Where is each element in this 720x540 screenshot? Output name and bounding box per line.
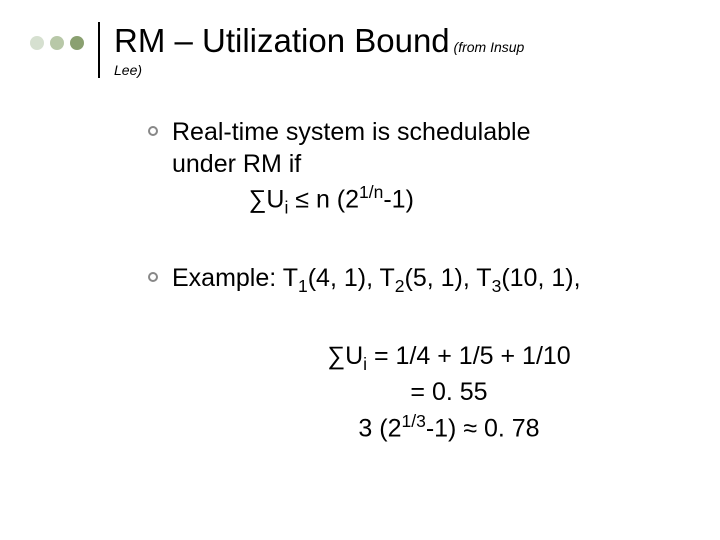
- vertical-divider: [98, 22, 100, 78]
- decorative-dots: [30, 36, 84, 50]
- bullet-item: Real-time system is schedulable under RM…: [148, 116, 690, 220]
- title-attribution: (from Insup: [450, 39, 525, 55]
- bullet-line: under RM if: [172, 150, 301, 178]
- title-attribution-line2: Lee): [114, 62, 690, 78]
- dot-icon: [70, 36, 84, 50]
- bullet-text: Real-time system is schedulable under RM…: [172, 116, 530, 220]
- formula-part: ∑U: [249, 185, 285, 213]
- result-part: -1) ≈ 0. 78: [426, 414, 540, 442]
- example-text: (4, 1), T: [308, 264, 395, 292]
- superscript: 1/3: [401, 411, 425, 431]
- result-part: ∑U: [327, 342, 363, 370]
- dot-icon: [50, 36, 64, 50]
- subscript: 2: [395, 276, 405, 296]
- slide: RM – Utilization Bound (from Insup Lee) …: [0, 0, 720, 540]
- formula-superscript: 1/n: [359, 182, 383, 202]
- formula-part: ≤ n (2: [288, 185, 359, 213]
- formula: ∑Ui ≤ n (21/n-1): [132, 181, 530, 220]
- slide-header: RM – Utilization Bound (from Insup Lee): [30, 22, 690, 78]
- bullet-icon: [148, 126, 158, 136]
- bullet-line: Real-time system is schedulable: [172, 118, 530, 146]
- result-line: = 0. 55: [208, 376, 690, 410]
- subscript: 3: [492, 276, 502, 296]
- result-line: ∑Ui = 1/4 + 1/5 + 1/10: [208, 340, 690, 377]
- bullet-icon: [148, 272, 158, 282]
- title-block: RM – Utilization Bound (from Insup Lee): [114, 22, 690, 78]
- example-text: (10, 1),: [501, 264, 580, 292]
- result-block: ∑Ui = 1/4 + 1/5 + 1/10 = 0. 55 3 (21/3-1…: [208, 340, 690, 446]
- example-text: (5, 1), T: [405, 264, 492, 292]
- result-line: 3 (21/3-1) ≈ 0. 78: [208, 410, 690, 446]
- subscript: 1: [298, 276, 308, 296]
- slide-title: RM – Utilization Bound: [114, 22, 450, 59]
- example-text: Example: T: [172, 264, 298, 292]
- bullet-text: Example: T1(4, 1), T2(5, 1), T3(10, 1),: [172, 262, 581, 298]
- dot-icon: [30, 36, 44, 50]
- result-part: 3 (2: [358, 414, 401, 442]
- formula-part: -1): [383, 185, 414, 213]
- result-part: = 1/4 + 1/5 + 1/10: [367, 342, 571, 370]
- bullet-item: Example: T1(4, 1), T2(5, 1), T3(10, 1),: [148, 262, 690, 298]
- slide-content: Real-time system is schedulable under RM…: [148, 116, 690, 446]
